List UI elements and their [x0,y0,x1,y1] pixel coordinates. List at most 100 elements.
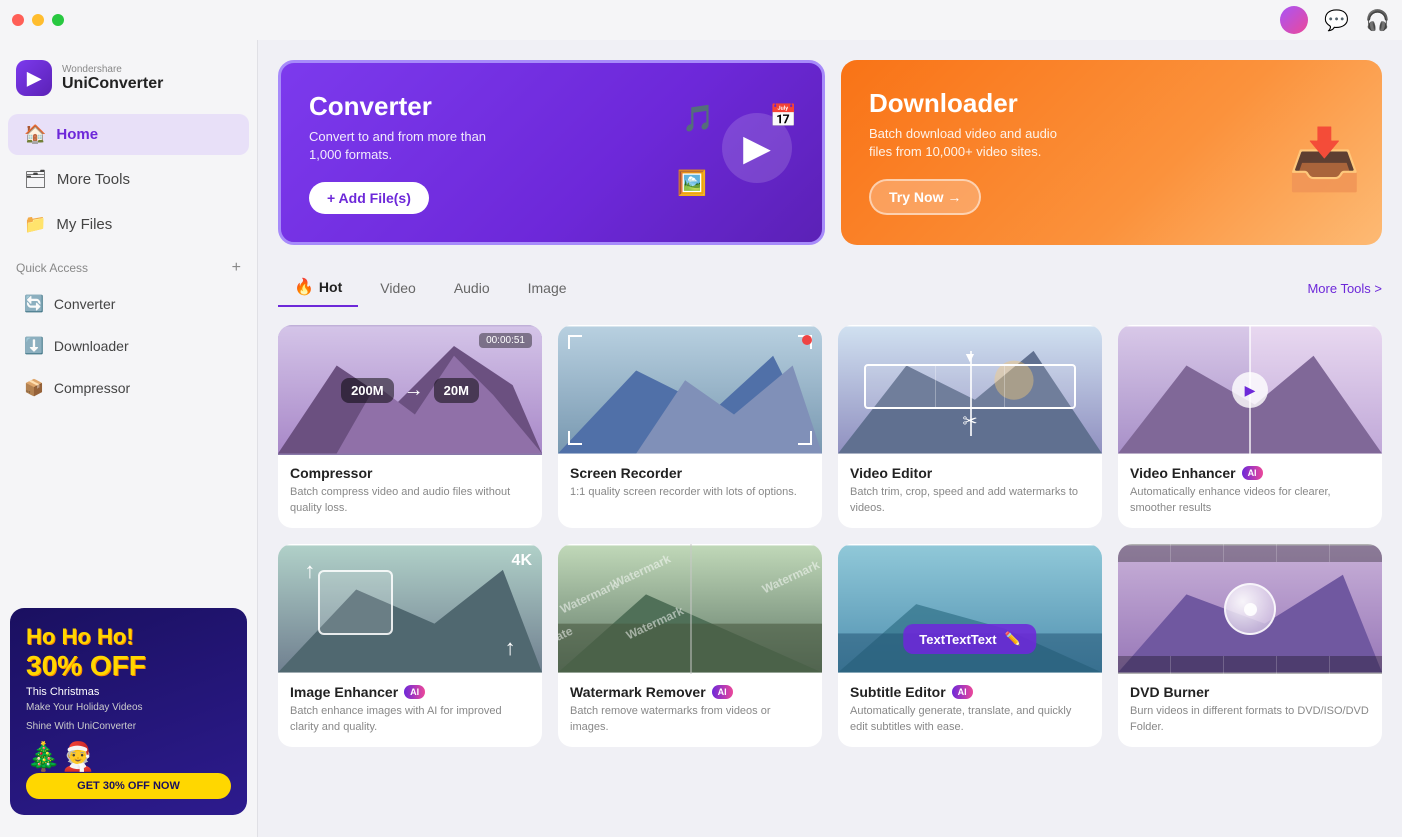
up-arrow-left: ↑ [304,560,315,582]
tab-hot[interactable]: 🔥 Hot [278,269,358,307]
tool-desc-dvd-burner: Burn videos in different formats to DVD/… [1130,704,1370,735]
timer-label: 00:00:51 [479,333,532,348]
hero-converter: Converter Convert to and from more than … [278,60,825,245]
watermark-text-1: Watermark [611,551,673,590]
promo-title: This Christmas [26,686,231,698]
maximize-button[interactable] [52,14,64,26]
tool-thumb-image-enhancer: 4K ↑ ↑ [278,544,542,674]
tab-image[interactable]: Image [512,272,583,304]
avatar[interactable] [1280,6,1308,34]
tool-card-video-editor[interactable]: ▼ ✂ Video Editor Batch trim, crop, speed… [838,325,1102,528]
converter-hero-desc: Convert to and from more than 1,000 form… [309,128,509,164]
converter-deco: ▶ 🎵 📅 🖼️ [672,103,792,203]
downloader-hero-desc: Batch download video and audio files fro… [869,125,1069,161]
tool-desc-video-editor: Batch trim, crop, speed and add watermar… [850,485,1090,516]
tool-name-screen-recorder: Screen Recorder [570,465,682,481]
more-tools-link[interactable]: More Tools > [1307,281,1382,296]
tool-thumb-video-enhancer: ▶ [1118,325,1382,455]
quick-access-add-button[interactable]: + [232,259,241,277]
promo-figures: 🎄🧑‍🎄 [26,740,231,773]
headset-icon[interactable]: 🎧 [1365,8,1390,33]
subtitle-preview-bar: TextTextText ✏️ [903,624,1036,654]
subtitle-edit-icon: ✏️ [1005,631,1021,647]
home-icon: 🏠 [24,124,46,145]
tab-audio-label: Audio [454,280,490,296]
compressor-icon: 📦 [24,378,44,398]
tool-card-video-enhancer[interactable]: ▶ Video Enhancer AI Automatically enhanc… [1118,325,1382,528]
dvd-hole [1244,603,1257,616]
sidebar-item-more-tools[interactable]: 🗂 More Tools [8,159,249,200]
tool-info-screen-recorder: Screen Recorder 1:1 quality screen recor… [558,455,822,512]
tool-info-watermark-remover: Watermark Remover AI Batch remove waterm… [558,674,822,747]
titlebar: 💬 🎧 [0,0,1402,40]
sidebar-item-downloader[interactable]: ⬇️ Downloader [8,327,249,365]
tool-name-subtitle-editor: Subtitle Editor [850,684,946,700]
try-now-button[interactable]: Try Now → [869,179,981,215]
tool-info-dvd-burner: DVD Burner Burn videos in different form… [1118,674,1382,747]
play-icon: ▶ [1232,372,1268,408]
promo-subtitle: Make Your Holiday Videos [26,702,231,713]
tab-image-label: Image [528,280,567,296]
promo-banner[interactable]: Ho Ho Ho! 30% OFF This Christmas Make Yo… [10,608,247,815]
close-button[interactable] [12,14,24,26]
ai-badge-subtitle-editor: AI [952,685,973,699]
minimize-button[interactable] [32,14,44,26]
tool-name-image-enhancer: Image Enhancer [290,684,398,700]
to-size: 20M [434,378,479,403]
tool-card-subtitle-editor[interactable]: TextTextText ✏️ Subtitle Editor AI Autom… [838,544,1102,747]
tool-card-compressor[interactable]: 00:00:51 200M → 20M Compressor Batch com… [278,325,542,528]
tab-hot-label: Hot [319,279,342,295]
sidebar-my-files-label: My Files [56,216,112,233]
main-content: Converter Convert to and from more than … [258,40,1402,837]
logo-text: Wondershare UniConverter [62,64,163,93]
tool-card-screen-recorder[interactable]: Screen Recorder 1:1 quality screen recor… [558,325,822,528]
sidebar-compressor-label: Compressor [54,380,130,396]
tool-desc-watermark-remover: Batch remove watermarks from videos or i… [570,704,810,735]
promo-ho: Ho Ho Ho! [26,624,231,650]
more-tools-icon: 🗂 [24,169,47,190]
tool-card-watermark-remover[interactable]: Watermark Watermark Watermark Watermark … [558,544,822,747]
sidebar-item-compressor[interactable]: 📦 Compressor [8,369,249,407]
sidebar-item-my-files[interactable]: 📁 My Files [8,204,249,245]
tool-name-compressor: Compressor [290,465,372,481]
dvd-disc [1224,583,1276,635]
hero-downloader: Downloader Batch download video and audi… [841,60,1382,245]
sidebar-item-converter[interactable]: 🔄 Converter [8,285,249,323]
tab-video[interactable]: Video [364,272,432,304]
promo-subtitle2: Shine With UniConverter [26,721,231,732]
chat-icon[interactable]: 💬 [1324,8,1349,33]
from-size: 200M [341,378,394,403]
sidebar-converter-label: Converter [54,296,115,312]
app-body: ▶ Wondershare UniConverter 🏠 Home 🗂 More… [0,40,1402,837]
add-files-button[interactable]: + Add File(s) [309,182,429,214]
4k-label: 4K [512,552,532,570]
downloader-icon: ⬇️ [24,336,44,356]
sidebar-item-home[interactable]: 🏠 Home [8,114,249,155]
tool-info-image-enhancer: Image Enhancer AI Batch enhance images w… [278,674,542,747]
tool-card-image-enhancer[interactable]: 4K ↑ ↑ Image Enhancer AI Batch enhance i… [278,544,542,747]
tab-video-label: Video [380,280,416,296]
tool-name-dvd-burner: DVD Burner [1130,684,1209,700]
sidebar-more-tools-label: More Tools [57,171,130,188]
tabs-row: 🔥 Hot Video Audio Image More Tools > [278,269,1382,307]
watermark-text-4: Watermark [760,558,822,597]
tool-info-compressor: Compressor Batch compress video and audi… [278,455,542,528]
watermark-text-5: Wate [558,623,575,648]
subtitle-text: TextTextText [919,632,996,647]
compress-arrow: → [404,379,424,402]
tool-thumb-subtitle-editor: TextTextText ✏️ [838,544,1102,674]
tool-desc-image-enhancer: Batch enhance images with AI for improve… [290,704,530,735]
tool-card-dvd-burner[interactable]: DVD Burner Burn videos in different form… [1118,544,1382,747]
tool-desc-compressor: Batch compress video and audio files wit… [290,485,530,516]
converter-icon: 🔄 [24,294,44,314]
tab-audio[interactable]: Audio [438,272,506,304]
rec-corner-br [798,431,812,445]
tool-desc-video-enhancer: Automatically enhance videos for clearer… [1130,485,1370,516]
tools-grid: 00:00:51 200M → 20M Compressor Batch com… [278,325,1382,747]
promo-cta-button[interactable]: GET 30% OFF NOW [26,773,231,799]
ai-badge-watermark-remover: AI [712,685,733,699]
up-arrow-right: ↑ [505,637,516,659]
tool-name-watermark-remover: Watermark Remover [570,684,706,700]
my-files-icon: 📁 [24,214,46,235]
promo-off: 30% OFF [26,650,231,682]
